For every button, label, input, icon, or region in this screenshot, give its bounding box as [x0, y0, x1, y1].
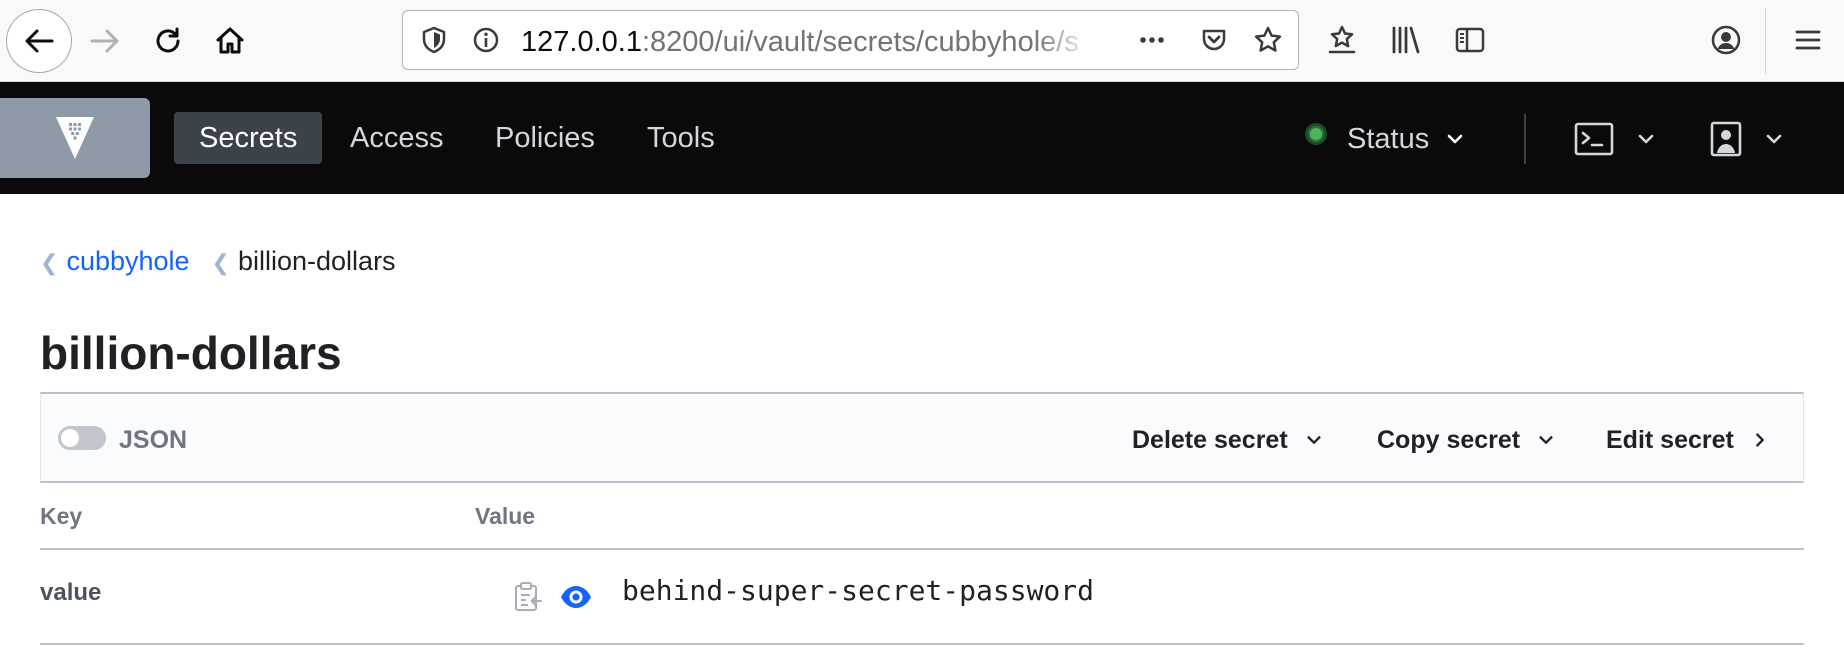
browser-toolbar: 127.0.0.1:8200/ui/vault/secrets/cubbyhol…	[0, 0, 1844, 82]
nav-item-tools[interactable]: Tools	[622, 112, 740, 164]
row-key: value	[40, 579, 102, 606]
chevron-down-icon	[1534, 428, 1558, 452]
ellipsis-icon[interactable]	[1135, 23, 1169, 57]
delete-secret-button[interactable]: Delete secret	[1132, 423, 1326, 457]
console-menu-button[interactable]	[1574, 118, 1658, 160]
table-row: value behind-super-secret-password	[40, 550, 1804, 645]
nav-item-policies[interactable]: Policies	[470, 112, 620, 164]
copy-secret-label: Copy secret	[1377, 425, 1521, 454]
vault-nav-bar: Secrets Access Policies Tools Status	[0, 82, 1844, 194]
library-icon[interactable]	[1386, 20, 1426, 60]
column-header-value: Value	[475, 503, 536, 529]
secret-value: behind-super-secret-password	[622, 574, 1095, 607]
column-header-key: Key	[40, 503, 83, 529]
chevron-down-icon	[1443, 127, 1467, 151]
star-icon[interactable]	[1251, 23, 1285, 57]
edit-secret-button[interactable]: Edit secret	[1606, 423, 1772, 457]
nav-item-secrets[interactable]: Secrets	[174, 112, 323, 164]
home-icon[interactable]	[197, 9, 263, 73]
edit-secret-label: Edit secret	[1606, 425, 1734, 454]
account-icon[interactable]	[1706, 20, 1746, 60]
hamburger-icon[interactable]	[1788, 20, 1828, 60]
url-bar[interactable]: 127.0.0.1:8200/ui/vault/secrets/cubbyhol…	[402, 10, 1299, 70]
breadcrumb-link-cubbyhole[interactable]: cubbyhole	[66, 246, 189, 277]
url-path: :8200/ui/vault/secrets/cubbyhole/s	[641, 26, 1079, 58]
table-header: Key Value	[40, 483, 1804, 550]
user-menu-button[interactable]	[1710, 115, 1786, 163]
terminal-icon	[1574, 122, 1614, 156]
url-text[interactable]: 127.0.0.1:8200/ui/vault/secrets/cubbyhol…	[521, 25, 1081, 59]
forward-arrow-icon[interactable]	[72, 9, 138, 73]
user-icon	[1710, 121, 1742, 157]
url-fade	[1033, 21, 1093, 61]
info-icon[interactable]	[469, 23, 503, 57]
status-label: Status	[1347, 122, 1430, 155]
shield-icon[interactable]	[417, 23, 451, 57]
reload-icon[interactable]	[135, 9, 201, 73]
pocket-icon[interactable]	[1197, 23, 1231, 57]
vault-logo-icon[interactable]	[0, 98, 150, 178]
nav-divider	[1524, 114, 1526, 164]
back-arrow-icon[interactable]	[6, 9, 72, 73]
toggle-knob	[61, 429, 79, 447]
chevron-left-icon: ❮	[211, 250, 230, 275]
chevron-down-icon	[1634, 127, 1658, 151]
json-toggle-label[interactable]: JSON	[119, 424, 187, 456]
star-list-icon[interactable]	[1322, 20, 1362, 60]
breadcrumb: ❮ cubbyhole ❮ billion-dollars	[40, 244, 396, 278]
chevron-left-icon: ❮	[40, 250, 59, 275]
chevron-down-icon	[1762, 127, 1786, 151]
secret-toolbar: JSON Delete secret Copy secret Edit secr…	[40, 392, 1804, 483]
eye-icon[interactable]	[558, 582, 594, 612]
sidebar-icon[interactable]	[1450, 20, 1490, 60]
json-toggle[interactable]	[58, 426, 106, 450]
status-menu[interactable]: Status	[1305, 117, 1467, 161]
clipboard-icon[interactable]	[512, 580, 544, 614]
chevron-right-icon	[1748, 428, 1772, 452]
page-title: billion-dollars	[40, 327, 342, 379]
status-indicator-icon	[1305, 123, 1327, 145]
chevron-down-icon	[1302, 428, 1326, 452]
breadcrumb-current: billion-dollars	[237, 245, 396, 276]
toolbar-separator	[1765, 8, 1766, 74]
delete-secret-label: Delete secret	[1132, 425, 1288, 454]
url-host: 127.0.0.1	[521, 26, 642, 58]
nav-item-access[interactable]: Access	[325, 112, 468, 164]
copy-secret-button[interactable]: Copy secret	[1377, 423, 1558, 457]
